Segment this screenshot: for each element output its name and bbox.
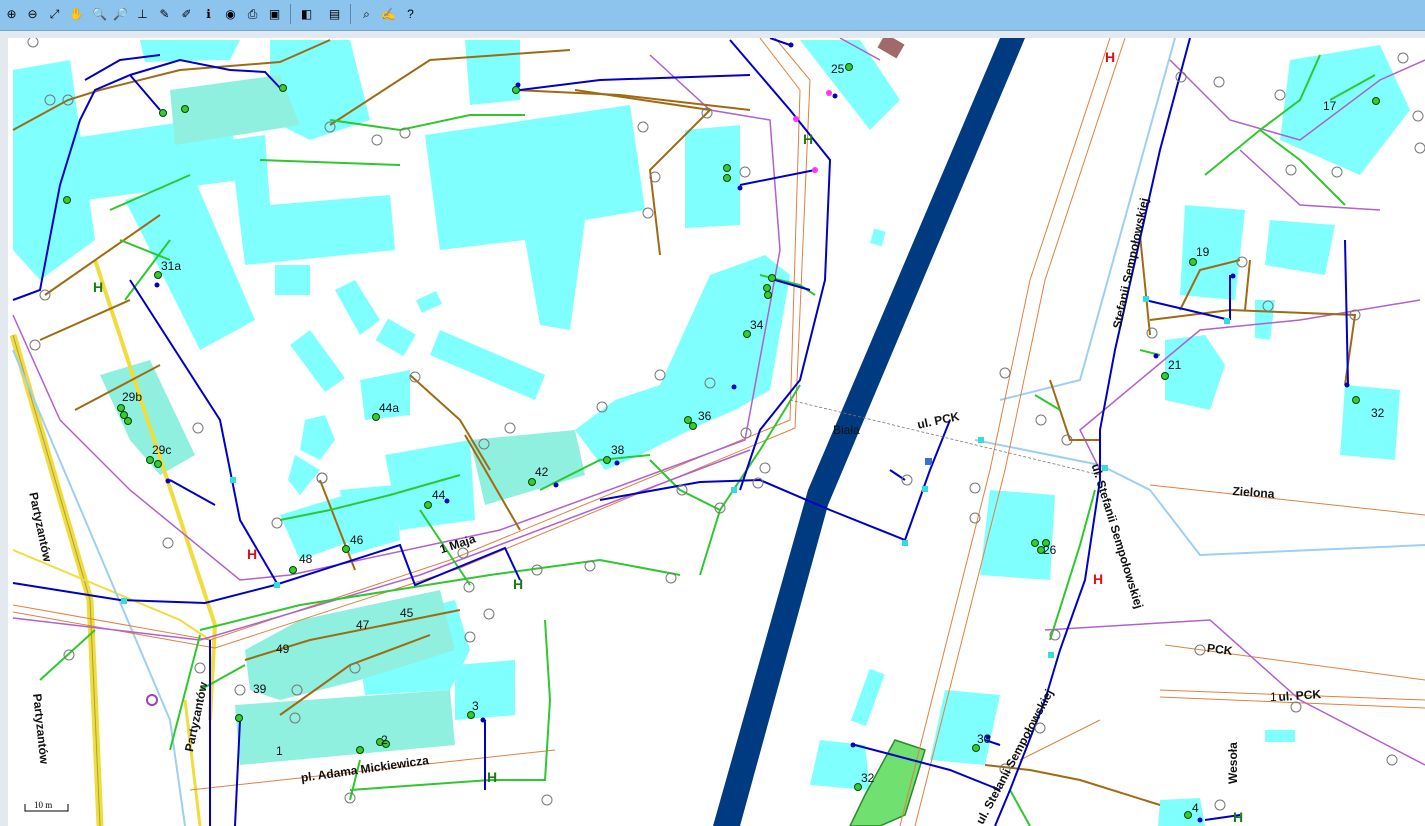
pan-hand-icon[interactable]: ✋: [68, 5, 85, 22]
svg-text:H: H: [513, 576, 523, 592]
building-number: 26: [1043, 543, 1057, 557]
building-number: 1: [276, 744, 283, 758]
zoom-in-tool-icon[interactable]: ⊕: [3, 5, 20, 22]
toolbar-separator: [290, 4, 291, 24]
svg-text:H: H: [1093, 571, 1103, 587]
building-number: 49: [276, 642, 290, 656]
building-number: 38: [611, 443, 625, 457]
purple-marker: [146, 694, 158, 706]
valve-markers: [121, 296, 1230, 658]
help-icon[interactable]: ?: [402, 5, 419, 22]
svg-text:H: H: [1233, 809, 1243, 825]
building-number: 31a: [161, 259, 182, 273]
street-label-zielona: Zielona: [1232, 484, 1275, 501]
street-label-pck-short: PCK: [1206, 641, 1234, 658]
building-number: 32: [1371, 406, 1385, 420]
svg-text:H: H: [803, 131, 813, 147]
zoom-out-tool-icon[interactable]: ⊖: [24, 5, 41, 22]
svg-text:H: H: [93, 279, 103, 295]
street-label-biala: Biała: [833, 423, 860, 437]
globe-icon[interactable]: ◉: [222, 5, 239, 22]
zoom-out-button-icon[interactable]: 🔎: [112, 5, 129, 22]
building-number: 2: [381, 733, 388, 747]
building-number: 36: [698, 409, 712, 423]
building-number: 1: [1270, 690, 1277, 704]
building-number: 39: [253, 682, 267, 696]
print-icon[interactable]: ⎙: [244, 5, 261, 22]
building-number: 46: [350, 533, 364, 547]
full-extent-icon[interactable]: ⤢: [46, 5, 63, 22]
building-number: 47: [356, 618, 370, 632]
building-number: 30: [977, 732, 991, 746]
export-icon[interactable]: ▣: [266, 5, 283, 22]
svg-text:H: H: [487, 769, 497, 785]
measure-tool-icon[interactable]: ✐: [178, 5, 195, 22]
building-number: 34: [750, 318, 764, 332]
street-label-wesola: Wesoła: [1226, 742, 1240, 784]
map-toolbar: ⊕ ⊖ ⤢ ✋ 🔍 🔎 ⊥ ✎ ✐ ℹ ◉ ⎙ ▣ ◧ ▤ ⌕ ✍?: [0, 0, 1425, 31]
layers-icon[interactable]: ◧: [298, 5, 315, 22]
building-number: 45: [400, 606, 414, 620]
toolbox-icon[interactable]: ▤: [326, 5, 343, 22]
zoom-in-button-icon[interactable]: 🔍: [91, 5, 108, 22]
building-number: 19: [1196, 245, 1210, 259]
toolbar-separator: [350, 4, 351, 24]
measure-area-icon[interactable]: ✎: [156, 5, 173, 22]
building-number: 44: [432, 488, 446, 502]
building-number: 48: [299, 552, 313, 566]
svg-text:H: H: [1105, 49, 1115, 65]
search-address-icon[interactable]: ⌕: [358, 5, 375, 22]
building-number: 3: [472, 699, 479, 713]
map-canvas[interactable]: H H H H H H H H 25 17 31a 19 34 21 29b 3…: [8, 38, 1425, 826]
building-number: 17: [1323, 99, 1337, 113]
building-number: 29c: [152, 443, 172, 457]
svg-text:H: H: [247, 546, 257, 562]
building-number: 42: [535, 465, 549, 479]
building-number: 25: [831, 62, 845, 76]
edit-icon[interactable]: ✍: [380, 5, 397, 22]
map-drawing: H H H H H H H H: [9, 38, 1425, 826]
info-icon[interactable]: ℹ: [200, 5, 217, 22]
building-number: 32: [861, 771, 875, 785]
building-number: 4: [1192, 801, 1199, 815]
building-number: 21: [1168, 358, 1182, 372]
measure-distance-icon[interactable]: ⊥: [134, 5, 151, 22]
street-label-pck-east: ul. PCK: [1278, 687, 1322, 704]
brown-building-marker: [877, 38, 905, 59]
building-number: 29b: [122, 390, 143, 404]
building-number: 44a: [379, 401, 400, 415]
scale-bar-label: 10 m: [34, 800, 53, 810]
